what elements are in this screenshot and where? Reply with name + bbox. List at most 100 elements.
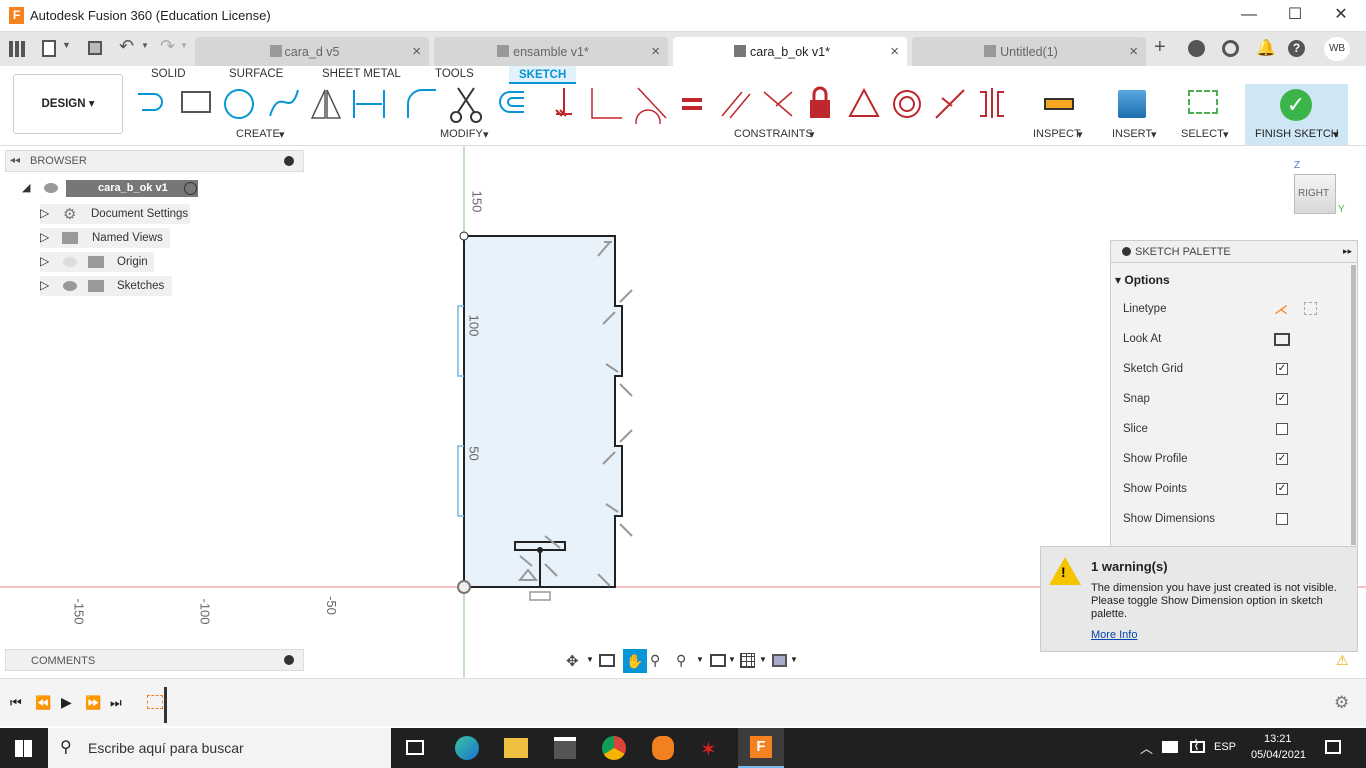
zoom-icon[interactable]: ⚲ bbox=[650, 652, 660, 669]
create-menu[interactable]: CREATE bbox=[236, 128, 280, 140]
sketch-grid-checkbox[interactable]: ✓ bbox=[1276, 363, 1288, 375]
select-icon[interactable] bbox=[1188, 90, 1218, 114]
new-tab-button[interactable]: + bbox=[1154, 36, 1166, 59]
expand-arrow-icon[interactable]: ▷ bbox=[40, 254, 49, 268]
orbit-icon[interactable]: ✥ bbox=[566, 652, 579, 670]
tab-sheet-metal[interactable]: SHEET METAL bbox=[322, 68, 401, 80]
sketch-feature-icon[interactable] bbox=[147, 695, 163, 709]
expand-arrow-icon[interactable]: ▷ bbox=[40, 230, 49, 244]
job-status-icon[interactable] bbox=[1222, 40, 1239, 57]
tab-cara-d[interactable]: cara_d v5 × bbox=[195, 37, 429, 66]
viewcube[interactable]: RIGHT bbox=[1294, 174, 1336, 214]
tab-solid[interactable]: SOLID bbox=[151, 68, 186, 80]
browser-collapse-icon[interactable] bbox=[284, 156, 294, 166]
red-app-icon[interactable]: ✶ bbox=[700, 737, 717, 762]
clock-date[interactable]: 05/04/2021 bbox=[1251, 749, 1306, 761]
store-icon[interactable] bbox=[554, 737, 576, 759]
timeline-settings-icon[interactable]: ⚙ bbox=[1334, 693, 1349, 713]
close-tab-icon[interactable]: × bbox=[412, 43, 421, 60]
minimize-button[interactable]: — bbox=[1226, 0, 1272, 32]
grid-settings-icon[interactable] bbox=[740, 653, 755, 668]
step-forward-icon[interactable]: ⏩ bbox=[85, 695, 101, 711]
look-at-icon[interactable] bbox=[599, 654, 615, 667]
hidden-eye-icon[interactable] bbox=[63, 257, 77, 267]
visibility-eye-icon[interactable] bbox=[44, 183, 58, 193]
browser-item-sketches[interactable]: ▷ Sketches bbox=[40, 276, 172, 296]
constraints-menu[interactable]: CONSTRAINTS bbox=[734, 128, 813, 140]
file-menu-icon[interactable] bbox=[42, 40, 56, 57]
tab-sketch[interactable]: SKETCH bbox=[509, 66, 577, 84]
pan-icon[interactable]: ✋ bbox=[623, 649, 647, 673]
volume-icon[interactable]: ⌇ bbox=[1193, 737, 1200, 754]
browser-item-named-views[interactable]: ▷ Named Views bbox=[40, 228, 170, 248]
select-menu[interactable]: SELECT bbox=[1181, 128, 1224, 140]
centerline-linetype-icon[interactable] bbox=[1304, 302, 1317, 315]
undo-icon[interactable]: ↶ bbox=[119, 36, 134, 57]
viewports-dropdown-icon[interactable]: ▼ bbox=[790, 655, 798, 664]
warning-icon[interactable]: ⚠ bbox=[1336, 652, 1349, 669]
app-grid-icon[interactable] bbox=[9, 41, 25, 57]
options-section[interactable]: ▾ Options bbox=[1115, 273, 1170, 287]
fusion-taskbar-button[interactable]: F bbox=[738, 728, 784, 768]
constraints-dropdown-icon[interactable]: ▾ bbox=[809, 128, 815, 141]
measure-icon[interactable] bbox=[1044, 98, 1074, 110]
inspect-menu[interactable]: INSPECT bbox=[1033, 128, 1081, 140]
task-view-icon[interactable] bbox=[406, 740, 424, 755]
modify-dropdown-icon[interactable]: ▾ bbox=[483, 128, 489, 141]
extensions-icon[interactable] bbox=[1188, 40, 1205, 57]
timeline-marker[interactable] bbox=[164, 687, 167, 723]
orbit-dropdown-icon[interactable]: ▼ bbox=[586, 655, 594, 664]
play-icon[interactable]: ▶ bbox=[61, 694, 72, 711]
grid-dropdown-icon[interactable]: ▼ bbox=[759, 655, 767, 664]
brave-icon[interactable] bbox=[652, 736, 674, 760]
help-icon[interactable]: ? bbox=[1288, 40, 1305, 57]
comments-bar[interactable]: COMMENTS bbox=[5, 649, 304, 671]
step-back-icon[interactable]: ⏪ bbox=[35, 695, 51, 711]
tab-ensamble[interactable]: ensamble v1* × bbox=[434, 37, 668, 66]
chrome-icon[interactable] bbox=[602, 736, 626, 760]
finish-sketch-button[interactable]: ✓ FINISH SKETCH ▾ bbox=[1245, 84, 1348, 145]
save-icon[interactable] bbox=[88, 41, 102, 55]
tab-cara-b-ok[interactable]: cara_b_ok v1* × bbox=[673, 37, 907, 66]
insert-dropdown-icon[interactable]: ▾ bbox=[1151, 128, 1157, 141]
visibility-eye-icon[interactable] bbox=[63, 281, 77, 291]
close-button[interactable]: ✕ bbox=[1318, 0, 1364, 32]
taskbar-search[interactable]: ⚲ Escribe aquí para buscar bbox=[48, 728, 391, 768]
insert-image-icon[interactable] bbox=[1118, 90, 1146, 118]
browser-root[interactable]: ◢ cara_b_ok v1 bbox=[22, 180, 202, 198]
notification-center-icon[interactable] bbox=[1325, 740, 1341, 754]
clock-time[interactable]: 13:21 bbox=[1264, 733, 1292, 745]
display-dropdown-icon[interactable]: ▼ bbox=[728, 655, 736, 664]
file-dropdown-icon[interactable]: ▼ bbox=[62, 40, 71, 50]
design-workspace-button[interactable]: DESIGN ▾ bbox=[13, 74, 123, 134]
modify-menu[interactable]: MODIFY bbox=[440, 128, 483, 140]
redo-icon[interactable]: ↷ bbox=[160, 36, 175, 57]
create-dropdown-icon[interactable]: ▾ bbox=[279, 128, 285, 141]
insert-menu[interactable]: INSERT bbox=[1112, 128, 1152, 140]
file-explorer-icon[interactable] bbox=[504, 738, 528, 758]
inspect-dropdown-icon[interactable]: ▾ bbox=[1077, 128, 1083, 141]
collapse-panel-icon[interactable]: ◂◂ bbox=[10, 155, 20, 166]
meet-now-icon[interactable] bbox=[1162, 741, 1178, 753]
show-profile-checkbox[interactable]: ✓ bbox=[1276, 453, 1288, 465]
expand-arrow-icon[interactable]: ▷ bbox=[40, 206, 49, 220]
show-hidden-icons-icon[interactable]: ︿ bbox=[1140, 738, 1153, 757]
tab-surface[interactable]: SURFACE bbox=[229, 68, 283, 80]
user-avatar[interactable]: WB bbox=[1324, 37, 1350, 61]
add-comment-icon[interactable] bbox=[284, 655, 294, 665]
edge-icon[interactable] bbox=[455, 736, 479, 760]
zoom-window-icon[interactable]: ⚲ bbox=[676, 652, 686, 669]
close-tab-icon[interactable]: × bbox=[1129, 43, 1138, 60]
redo-dropdown-icon[interactable]: ▼ bbox=[180, 41, 188, 50]
activate-radio-icon[interactable] bbox=[184, 182, 197, 195]
language-indicator[interactable]: ESP bbox=[1214, 741, 1236, 753]
close-tab-icon[interactable]: × bbox=[651, 43, 660, 60]
show-dimensions-checkbox[interactable] bbox=[1276, 513, 1288, 525]
close-tab-icon[interactable]: × bbox=[890, 43, 899, 60]
go-to-end-icon[interactable]: ⏭ bbox=[110, 695, 122, 711]
windows-start-icon[interactable] bbox=[15, 740, 32, 757]
slice-checkbox[interactable] bbox=[1276, 423, 1288, 435]
palette-expand-icon[interactable]: ▸▸ bbox=[1343, 246, 1352, 257]
show-points-checkbox[interactable]: ✓ bbox=[1276, 483, 1288, 495]
display-settings-icon[interactable] bbox=[710, 654, 726, 667]
